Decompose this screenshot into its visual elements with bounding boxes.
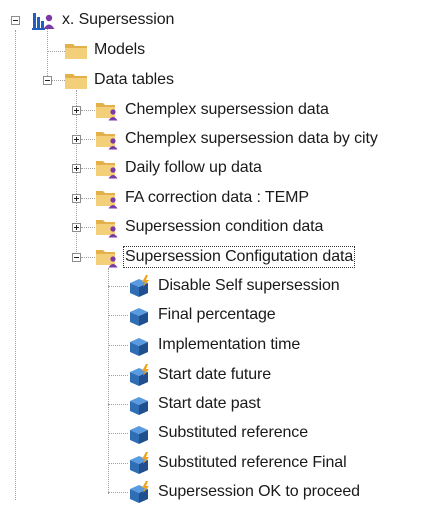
expand-toggle-fa-correction[interactable] [72, 194, 81, 203]
tree-node-models[interactable]: Models [64, 36, 147, 64]
root-collapse-toggle[interactable] [11, 16, 20, 25]
tree-guide-line [81, 168, 95, 169]
tree-node-root[interactable]: x. Supersession [32, 6, 176, 34]
tree-node-label: FA correction data : TEMP [125, 189, 309, 206]
user-folder-icon [95, 99, 118, 121]
expand-toggle-chemplex-supersession-data[interactable] [72, 106, 81, 115]
tree-node-label: Supersession OK to proceed [158, 483, 360, 500]
tree-guide-line [108, 268, 109, 494]
tree-node-label: Disable Self supersession [158, 277, 340, 294]
tree-guide-line [47, 51, 65, 52]
tree-guide-line [108, 315, 128, 316]
cube-icon [128, 334, 150, 356]
tree-node-label: Chemplex supersession data [125, 101, 329, 118]
folder-icon [64, 69, 87, 91]
tree-node-label: Start date future [158, 366, 272, 383]
tree-guide-line [108, 404, 128, 405]
tree-view[interactable]: x. Supersession Models Data tables Chemp… [0, 0, 441, 506]
tree-node-supersession-ok-to-proceed[interactable]: Supersession OK to proceed [128, 478, 362, 506]
tree-node-chemplex-supersession-data[interactable]: Chemplex supersession data [95, 96, 331, 124]
tree-guide-line [108, 286, 128, 287]
tree-node-label: Final percentage [158, 306, 276, 323]
tree-guide-line [81, 257, 95, 258]
tree-guide-line [108, 492, 128, 493]
user-folder-icon [95, 187, 118, 209]
cube-icon [128, 304, 150, 326]
tree-node-fa-correction[interactable]: FA correction data : TEMP [95, 184, 311, 212]
cube-flash-icon [128, 275, 150, 297]
cube-flash-icon [128, 481, 150, 503]
tree-node-data-tables[interactable]: Data tables [64, 66, 176, 94]
tree-guide-line [81, 198, 95, 199]
tree-node-chemplex-by-city[interactable]: Chemplex supersession data by city [95, 125, 380, 153]
user-folder-icon [95, 246, 118, 268]
cube-flash-icon [128, 364, 150, 386]
tree-node-start-date-past[interactable]: Start date past [128, 390, 263, 418]
tree-node-disable-self-supersession[interactable]: Disable Self supersession [128, 272, 342, 300]
tree-node-daily-follow-up[interactable]: Daily follow up data [95, 154, 264, 182]
collapse-toggle-supersession-configutation[interactable] [72, 253, 81, 262]
tree-node-label: Daily follow up data [125, 159, 262, 176]
tree-node-supersession-configutation[interactable]: Supersession Configutation data [95, 243, 356, 271]
expand-toggle-daily-follow-up[interactable] [72, 164, 81, 173]
tree-node-final-percentage[interactable]: Final percentage [128, 301, 278, 329]
tree-guide-line [81, 227, 95, 228]
tree-guide-line [108, 345, 128, 346]
expand-toggle-chemplex-by-city[interactable] [72, 135, 81, 144]
user-folder-icon [95, 128, 118, 150]
cube-icon [128, 393, 150, 415]
tree-node-label: Implementation time [158, 336, 301, 353]
tree-guide-line [108, 375, 128, 376]
tree-node-label: Start date past [158, 395, 261, 412]
tree-node-label: Substituted reference [158, 424, 308, 441]
tree-guide-line [108, 463, 128, 464]
tree-node-substituted-reference[interactable]: Substituted reference [128, 419, 310, 447]
tree-guide-line [47, 28, 48, 80]
tree-node-label: Chemplex supersession data by city [125, 130, 378, 147]
cube-icon [128, 422, 150, 444]
user-folder-icon [95, 157, 118, 179]
cube-flash-icon [128, 452, 150, 474]
tree-node-label: Supersession condition data [125, 218, 324, 235]
tree-node-supersession-condition[interactable]: Supersession condition data [95, 213, 325, 241]
user-folder-icon [95, 216, 118, 238]
tree-node-substituted-reference-final[interactable]: Substituted reference Final [128, 449, 349, 477]
tree-guide-line [81, 110, 95, 111]
tree-node-label: Data tables [94, 71, 174, 88]
data-tables-collapse-toggle[interactable] [43, 76, 52, 85]
tree-node-label: Substituted reference Final [158, 454, 347, 471]
tree-node-start-date-future[interactable]: Start date future [128, 361, 273, 389]
tree-node-label: Models [94, 41, 145, 58]
tree-guide-line [81, 139, 95, 140]
tree-node-label: x. Supersession [62, 11, 175, 28]
tree-guide-line [15, 30, 16, 500]
expand-toggle-supersession-condition[interactable] [72, 223, 81, 232]
tree-node-label: Supersession Configutation data [123, 246, 356, 268]
model-root-icon [32, 9, 55, 31]
tree-node-implementation-time[interactable]: Implementation time [128, 331, 302, 359]
tree-guide-line [108, 433, 128, 434]
folder-icon [64, 39, 87, 61]
